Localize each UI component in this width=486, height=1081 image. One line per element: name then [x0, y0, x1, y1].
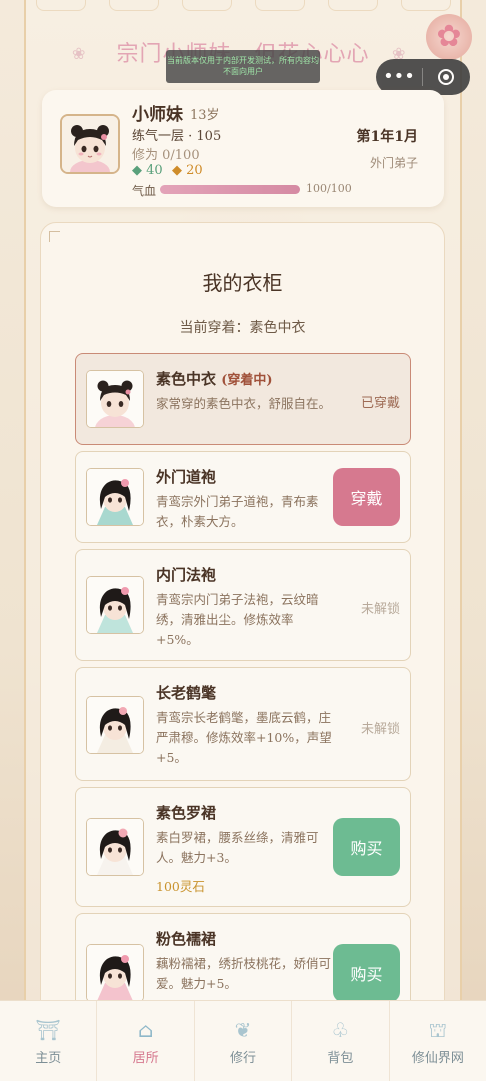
outfit-name: 粉色襦裙 [156, 930, 217, 948]
dev-notice: 当前版本仅用于内部开发测试，所有内容均不面向用户 [166, 50, 320, 83]
hp-label: 气血 [132, 184, 157, 198]
hp-value: 100/100 [306, 182, 352, 195]
outfit-avatar [86, 944, 144, 1002]
outfit-description: 青鸾宗外门弟子道袍，青布素衣，朴素大方。 [156, 494, 319, 529]
wardrobe-title: 我的衣柜 [202, 271, 283, 295]
wearing-tag: (穿着中) [221, 373, 273, 388]
sect-rank: 外门弟子 [369, 156, 418, 170]
gold-diamond-icon: ◆ [172, 163, 182, 178]
wardrobe-item[interactable]: 素色中衣 (穿着中) 家常穿的素色中衣，舒服自在。 已穿戴 [75, 353, 411, 445]
profile-card: 小师妹 13岁 练气一层 · 105 修为 0/100 ◆ 40 ◆ 20 气血… [42, 90, 444, 207]
peach-blossom-button[interactable]: ✿ [426, 14, 472, 60]
tab-cultivate[interactable]: ❦ 修行 [195, 1001, 293, 1081]
outfit-description: 青鸾宗内门弟子法袍，云纹暗绣，清雅出尘。修炼效率+5%。 [156, 592, 319, 647]
more-menu-icon[interactable]: ••• [376, 67, 422, 87]
outfit-description: 素白罗裙，腰系丝绦，清雅可人。魅力+3。 [156, 830, 319, 865]
locked-status: 未解锁 [360, 602, 400, 617]
pavilion-icon: ⛫ [428, 1018, 448, 1042]
game-date: 第1年1月 [356, 129, 418, 145]
gold-stat: ◆ 20 [172, 163, 203, 178]
wardrobe-item[interactable]: 内门法袍 青鸾宗内门弟子法袍，云纹暗绣，清雅出尘。修炼效率+5%。 未解锁 [75, 549, 411, 661]
outfit-avatar [86, 576, 144, 634]
outfit-description: 藕粉襦裙，绣折枝桃花，娇俏可爱。魅力+5。 [156, 956, 332, 991]
wardrobe-panel: 我的衣柜 当前穿着：素色中衣 素色中衣 (穿着中) 家常穿的素色中衣，舒服自在。… [40, 222, 445, 1023]
outfit-description: 家常穿的素色中衣，舒服自在。 [156, 396, 332, 411]
tab-label: 主页 [35, 1051, 62, 1066]
character-age: 13岁 [190, 108, 220, 123]
outfit-avatar [86, 818, 144, 876]
close-program-icon[interactable] [423, 69, 469, 85]
outfit-name: 素色中衣 (穿着中) [156, 370, 273, 388]
outfit-name: 素色罗裙 [156, 804, 217, 822]
tab-residence[interactable]: ⌂ 居所 [97, 1001, 195, 1081]
green-diamond-icon: ◆ [132, 163, 142, 178]
outfit-avatar [86, 468, 144, 526]
blossom-icon: ✿ [436, 19, 462, 54]
outfit-avatar [86, 696, 144, 754]
hp-bar [160, 185, 300, 194]
tab-label: 居所 [132, 1051, 159, 1066]
hp-bar-fill [160, 185, 300, 194]
avatar[interactable] [60, 114, 120, 174]
tab-cultivation-net[interactable]: ⛫ 修仙界网 [390, 1001, 486, 1081]
gate-icon: ⛩ [35, 1018, 61, 1042]
tab-home[interactable]: ⛩ 主页 [0, 1001, 98, 1081]
equipped-status: 已穿戴 [360, 396, 400, 411]
corner-ornament [49, 231, 60, 242]
top-decoration [24, 0, 462, 16]
spirit-stat: ◆ 40 [132, 163, 163, 178]
buy-button[interactable]: 购买 [333, 818, 400, 876]
wardrobe-item[interactable]: 长老鹤氅 青鸾宗长老鹤氅，墨底云鹤，庄严肃穆。修炼效率+10%，声望+5。 未解… [75, 667, 411, 781]
current-outfit: 当前穿着：素色中衣 [179, 320, 306, 336]
cultivation-realm: 练气一层 · 105 [132, 129, 222, 144]
locked-status: 未解锁 [360, 722, 400, 737]
character-name: 小师妹 [132, 105, 183, 125]
tab-bag[interactable]: ♧ 背包 [292, 1001, 390, 1081]
outfit-name: 内门法袍 [156, 566, 217, 584]
outfit-price: 100灵石 [156, 879, 205, 894]
lotus-icon: ❦ [234, 1018, 252, 1042]
cultivation-progress: 修为 0/100 [132, 148, 200, 163]
outfit-name: 外门道袍 [156, 468, 217, 486]
outfit-name: 长老鹤氅 [156, 684, 217, 702]
house-icon: ⌂ [137, 1018, 154, 1042]
tab-label: 背包 [327, 1051, 354, 1066]
bag-icon: ♧ [331, 1018, 350, 1042]
buy-button[interactable]: 购买 [333, 944, 400, 1002]
wardrobe-item[interactable]: 外门道袍 青鸾宗外门弟子道袍，青布素衣，朴素大方。 穿戴 [75, 451, 411, 543]
bottom-tab-bar: ⛩ 主页 ⌂ 居所 ❦ 修行 ♧ 背包 ⛫ 修仙界网 [0, 1000, 486, 1081]
tab-label: 修行 [230, 1051, 257, 1066]
tab-label: 修仙界网 [411, 1051, 464, 1066]
wear-button[interactable]: 穿戴 [333, 468, 400, 526]
outfit-description: 青鸾宗长老鹤氅，墨底云鹤，庄严肃穆。修炼效率+10%，声望+5。 [156, 710, 332, 765]
outfit-avatar [86, 370, 144, 428]
wardrobe-item[interactable]: 素色罗裙 素白罗裙，腰系丝绦，清雅可人。魅力+3。 100灵石 购买 [75, 787, 411, 907]
